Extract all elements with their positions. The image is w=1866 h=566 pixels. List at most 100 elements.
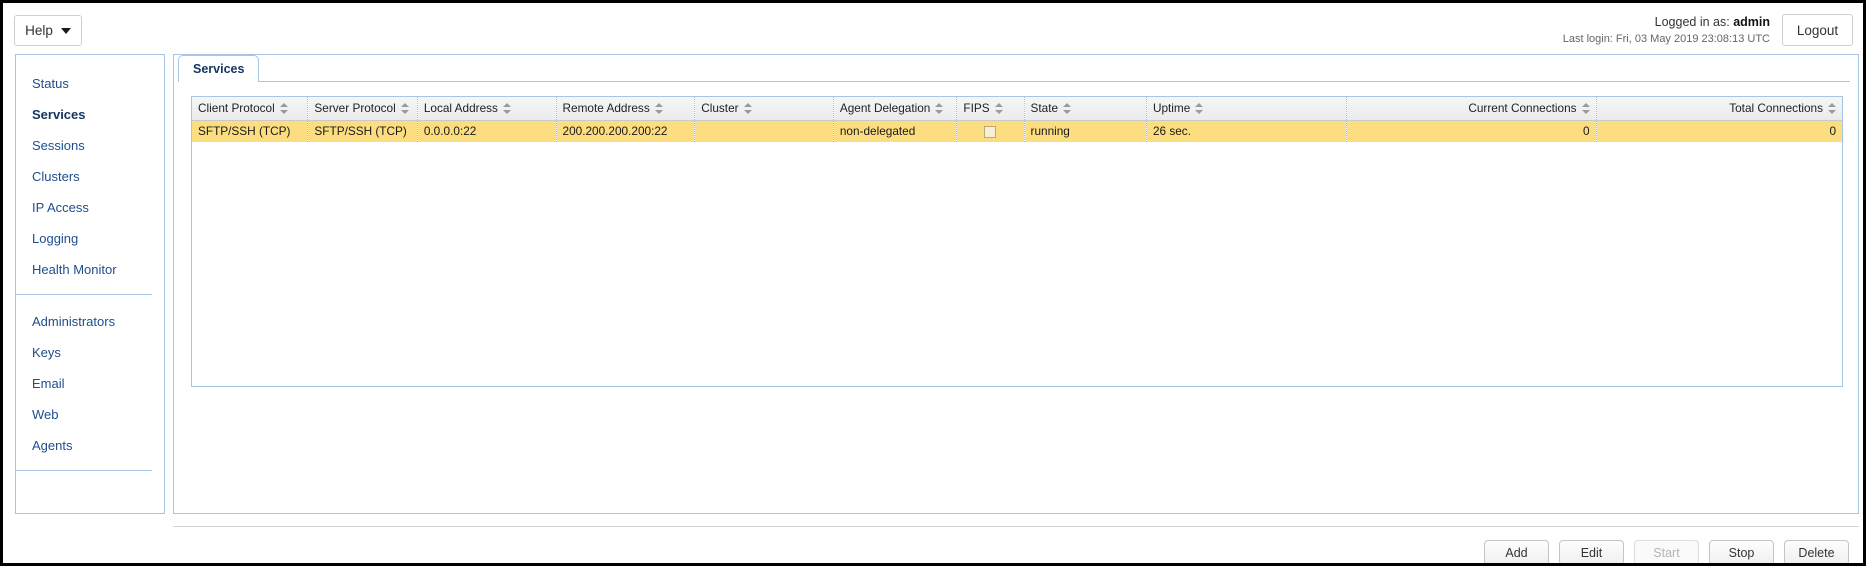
sidebar-item-keys[interactable]: Keys	[32, 346, 164, 359]
tab-strip: Services	[178, 55, 1850, 82]
column-header-cluster[interactable]: Cluster	[694, 97, 834, 121]
column-header-inner: Total Connections	[1729, 101, 1836, 115]
sort-arrows-icon[interactable]	[400, 102, 409, 114]
sidebar-item-clusters[interactable]: Clusters	[32, 170, 164, 183]
cell-total-connections: 0	[1596, 120, 1842, 142]
sidebar-item-agents[interactable]: Agents	[32, 439, 164, 452]
services-grid-panel: Client Protocol Server Protocol Local Addr…	[191, 96, 1843, 387]
cell-remote-address: 200.200.200.200:22	[556, 120, 696, 142]
sidebar-item-ip-access[interactable]: IP Access	[32, 201, 164, 214]
logout-button[interactable]: Logout	[1782, 14, 1853, 46]
sidebar-item-web[interactable]: Web	[32, 408, 164, 421]
column-header-inner: Agent Delegation	[840, 101, 944, 115]
cell-uptime: 26 sec.	[1146, 120, 1348, 142]
sidebar-item-health-monitor[interactable]: Health Monitor	[32, 263, 164, 276]
logout-label: Logout	[1796, 22, 1839, 38]
chevron-down-icon	[60, 27, 71, 34]
cell-client-protocol: SFTP/SSH (TCP)	[192, 120, 309, 142]
column-header-label: Uptime	[1152, 101, 1191, 116]
sort-arrows-icon[interactable]	[1828, 102, 1836, 114]
sort-arrows-icon[interactable]	[1581, 102, 1590, 114]
body-container: Status Services Sessions Clusters IP Access L…	[3, 50, 1863, 563]
stop-button[interactable]: Stop	[1709, 540, 1774, 563]
column-header-label: Remote Address	[562, 101, 650, 116]
column-header-current-connections[interactable]: Current Connections	[1346, 97, 1597, 121]
cell-server-protocol: SFTP/SSH (TCP)	[307, 120, 418, 142]
column-header-label: State	[1030, 101, 1059, 116]
sidebar-nav-primary: Status Services Sessions Clusters IP Access L…	[16, 55, 164, 276]
username: admin	[1733, 15, 1770, 29]
column-header-client-protocol[interactable]: Client Protocol	[192, 97, 309, 121]
sidebar-item-services[interactable]: Services	[32, 108, 164, 121]
sort-arrows-icon[interactable]	[502, 102, 511, 114]
sort-arrows-icon[interactable]	[743, 102, 752, 114]
table-body: SFTP/SSH (TCP) SFTP/SSH (TCP) 0.0.0.0:22 20…	[192, 120, 1842, 142]
column-header-inner: Remote Address	[563, 101, 663, 115]
column-header-local-address[interactable]: Local Address	[417, 97, 557, 121]
table-header-row: Client Protocol Server Protocol Local Addr…	[192, 97, 1842, 121]
help-label: Help	[25, 23, 53, 38]
cell-state: running	[1024, 120, 1147, 142]
sidebar-nav-secondary: Administrators Keys Email Web Agents	[16, 315, 164, 452]
sidebar-item-logging[interactable]: Logging	[32, 232, 164, 245]
action-button-row: Add Edit Start Stop Delete	[1484, 540, 1849, 563]
column-header-inner: Cluster	[701, 101, 752, 116]
cell-local-address: 0.0.0.0:22	[417, 120, 557, 142]
login-info: Logged in as: admin Last login: Fri, 03 …	[1563, 15, 1770, 46]
edit-button[interactable]: Edit	[1559, 540, 1624, 563]
sidebar-item-email[interactable]: Email	[32, 377, 164, 390]
column-header-label: Client Protocol	[198, 101, 275, 116]
sort-arrows-icon[interactable]	[935, 102, 944, 114]
sidebar-item-administrators[interactable]: Administrators	[32, 315, 164, 328]
sort-arrows-icon[interactable]	[994, 102, 1003, 114]
tab-active-mask	[179, 81, 258, 82]
column-header-state[interactable]: State	[1024, 97, 1147, 121]
tab-strip-underline	[178, 81, 1850, 82]
cell-cluster	[694, 120, 834, 142]
sort-arrows-icon[interactable]	[1195, 102, 1204, 114]
sidebar-item-sessions[interactable]: Sessions	[32, 139, 164, 152]
tab-services-label: Services	[193, 61, 245, 76]
table-row[interactable]: SFTP/SSH (TCP) SFTP/SSH (TCP) 0.0.0.0:22 20…	[192, 120, 1842, 142]
logged-in-prefix: Logged in as:	[1654, 15, 1730, 29]
last-login: Last login: Fri, 03 May 2019 23:08:13 UT…	[1562, 32, 1770, 45]
column-header-label: Server Protocol	[314, 101, 396, 116]
top-bar: Help Logged in as: admin Last login: Fri…	[3, 3, 1863, 50]
sidebar-divider-1	[16, 294, 152, 295]
application-window: Help Logged in as: admin Last login: Fri…	[0, 0, 1866, 566]
footer-divider	[173, 526, 1859, 527]
start-button: Start	[1634, 540, 1699, 563]
column-header-fips[interactable]: FIPS	[956, 97, 1025, 121]
column-header-label: Agent Delegation	[839, 101, 931, 116]
column-header-label: Cluster	[701, 101, 739, 116]
column-header-inner: Local Address	[424, 101, 511, 115]
column-header-remote-address[interactable]: Remote Address	[556, 97, 696, 121]
column-header-agent-delegation[interactable]: Agent Delegation	[833, 97, 958, 121]
sort-arrows-icon[interactable]	[279, 102, 288, 114]
column-header-inner: FIPS	[963, 101, 1003, 116]
sidebar-item-status[interactable]: Status	[32, 77, 164, 90]
fips-checkbox[interactable]	[984, 126, 997, 139]
cell-fips	[956, 120, 1025, 142]
tab-services[interactable]: Services	[178, 55, 260, 81]
sort-arrows-icon[interactable]	[654, 102, 663, 114]
sidebar: Status Services Sessions Clusters IP Access L…	[3, 50, 171, 563]
column-header-inner: Uptime	[1152, 101, 1204, 116]
column-header-label: Total Connections	[1729, 101, 1823, 116]
column-header-label: FIPS	[963, 101, 990, 116]
sort-arrows-icon[interactable]	[1063, 102, 1072, 114]
delete-button[interactable]: Delete	[1784, 540, 1849, 563]
logged-in-as: Logged in as: admin	[1563, 15, 1770, 31]
column-header-label: Local Address	[423, 101, 498, 116]
add-button[interactable]: Add	[1484, 540, 1549, 563]
cell-current-connections: 0	[1346, 120, 1597, 142]
sidebar-panel: Status Services Sessions Clusters IP Access L…	[15, 54, 165, 514]
sidebar-divider-2	[16, 470, 152, 471]
column-header-server-protocol[interactable]: Server Protocol	[307, 97, 418, 121]
services-table: Client Protocol Server Protocol Local Addr…	[192, 97, 1842, 142]
column-header-inner: Client Protocol	[198, 101, 288, 115]
cell-agent-delegation: non-delegated	[833, 120, 958, 142]
help-dropdown-button[interactable]: Help	[14, 15, 82, 46]
column-header-total-connections[interactable]: Total Connections	[1596, 97, 1842, 121]
column-header-uptime[interactable]: Uptime	[1146, 97, 1348, 121]
